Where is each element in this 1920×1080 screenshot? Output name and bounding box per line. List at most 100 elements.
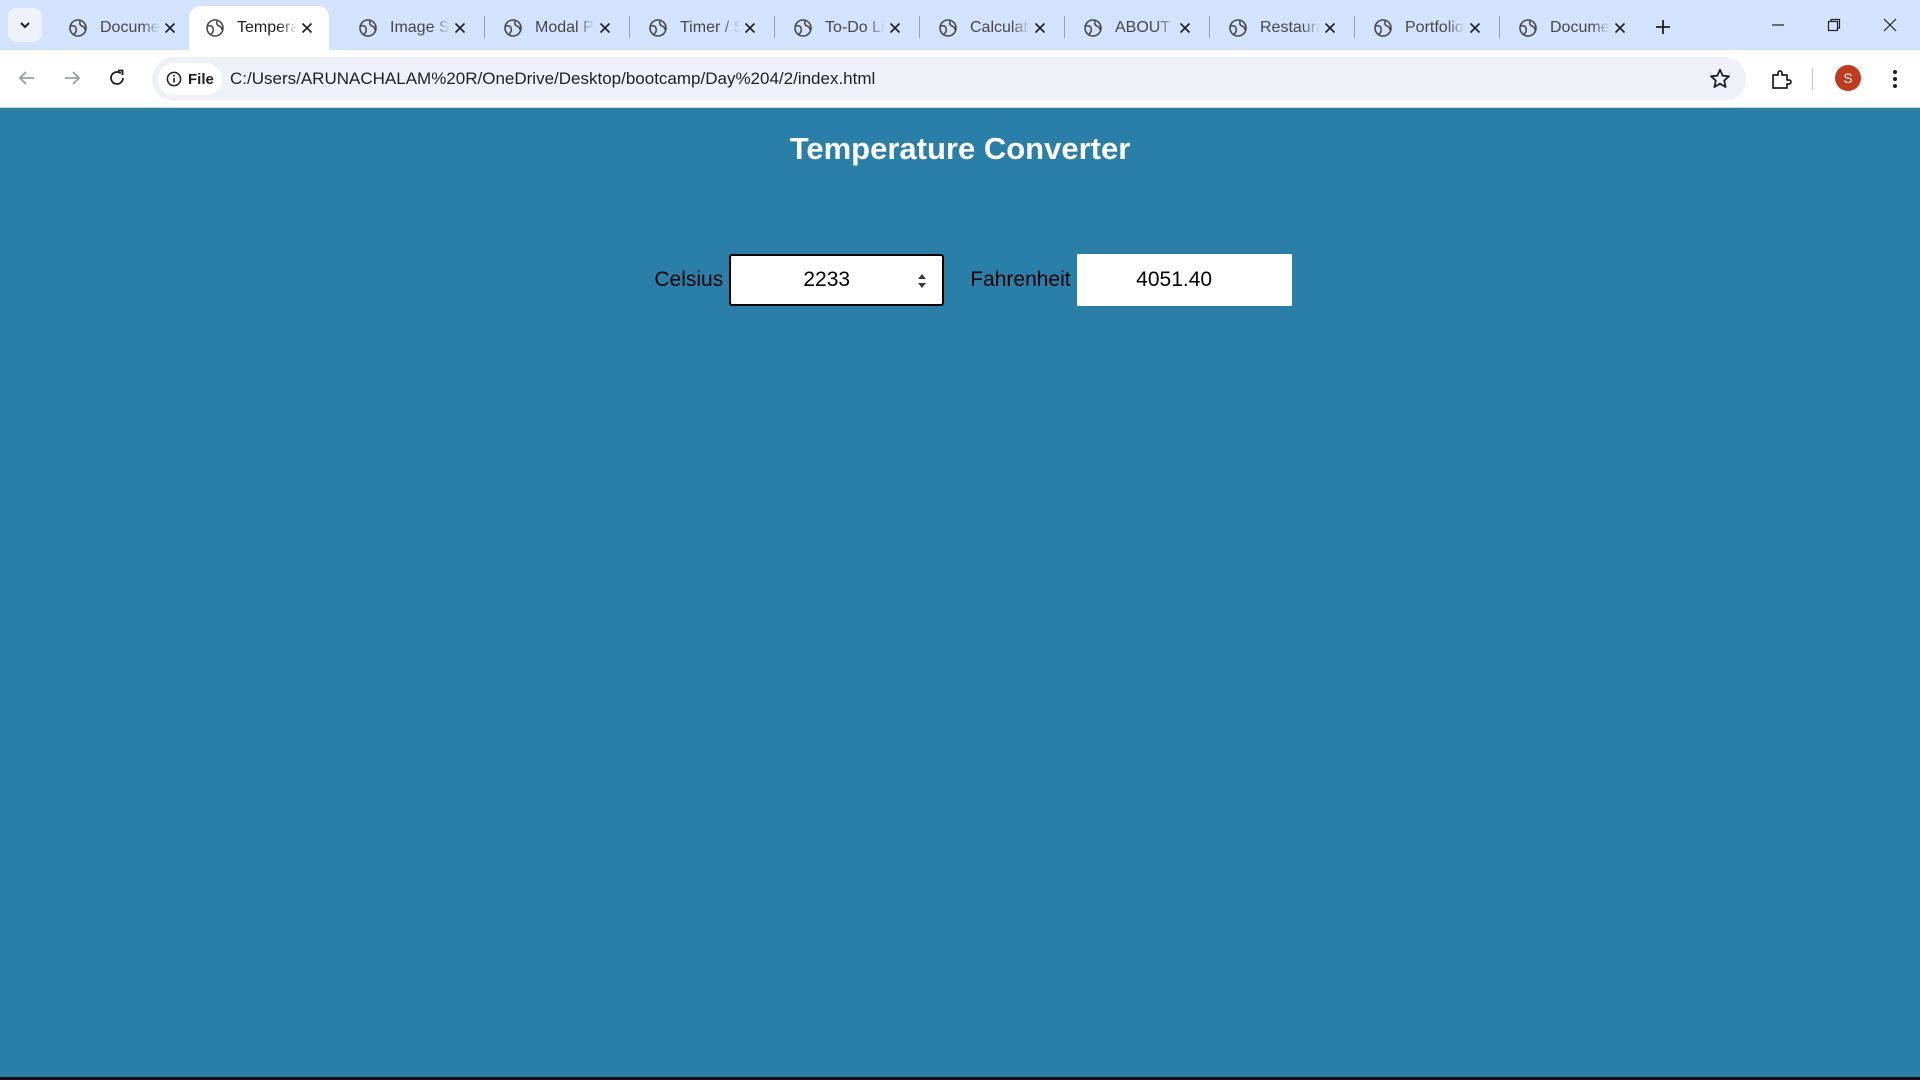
fahrenheit-value: 4051.40 xyxy=(1136,268,1213,291)
forward-button[interactable] xyxy=(54,60,90,96)
tab-title: To-Do List xyxy=(825,19,885,36)
tab-close-button[interactable] xyxy=(160,18,180,38)
close-icon xyxy=(301,22,313,34)
arrow-left-icon xyxy=(18,71,34,85)
puzzle-icon xyxy=(1772,70,1792,89)
tab-title: Image Slider xyxy=(390,19,450,36)
tab-8[interactable]: Restaurant xyxy=(1212,6,1352,50)
globe-icon xyxy=(794,19,812,37)
restore-icon xyxy=(1827,18,1841,32)
globe-icon xyxy=(1519,19,1537,37)
tab-10[interactable]: Document xyxy=(1502,6,1642,50)
globe-icon xyxy=(649,19,667,37)
page-title: Temperature Converter xyxy=(789,131,1131,166)
globe-icon xyxy=(504,19,522,37)
site-chip-label: File xyxy=(188,70,214,88)
menu-button[interactable] xyxy=(1880,64,1910,94)
tab-separator xyxy=(629,16,630,38)
close-icon xyxy=(454,22,466,34)
close-icon xyxy=(744,22,756,34)
tab-close-button[interactable] xyxy=(1175,18,1195,38)
globe-icon xyxy=(1374,19,1392,37)
globe-icon xyxy=(1084,19,1102,37)
close-icon xyxy=(1179,22,1191,34)
tab-close-button[interactable] xyxy=(740,18,760,38)
close-icon xyxy=(1034,22,1046,34)
profile-avatar[interactable]: S xyxy=(1835,65,1861,91)
tab-5[interactable]: To-Do List xyxy=(777,6,917,50)
close-icon xyxy=(1324,22,1336,34)
tab-title: Portfolio xyxy=(1405,19,1464,36)
celsius-label: Celsius xyxy=(654,268,724,291)
new-tab-button[interactable] xyxy=(1648,12,1678,42)
globe-icon xyxy=(359,19,377,37)
plus-icon xyxy=(1656,20,1670,34)
tab-title: Restaurant xyxy=(1260,19,1320,36)
tab-close-button[interactable] xyxy=(1030,18,1050,38)
tab-9[interactable]: Portfolio xyxy=(1357,6,1497,50)
tab-separator xyxy=(1064,16,1065,38)
close-icon xyxy=(599,22,611,34)
bookmark-star-icon[interactable] xyxy=(1708,67,1732,91)
tab-title: Document xyxy=(1550,19,1610,36)
url-text[interactable]: C:/Users/ARUNACHALAM%20R/OneDrive/Deskto… xyxy=(230,57,875,101)
tab-close-button[interactable] xyxy=(885,18,905,38)
tab-0[interactable]: Document xyxy=(52,6,192,50)
tab-close-button[interactable] xyxy=(1610,18,1630,38)
tab-4[interactable]: Timer / Stopwatch xyxy=(632,6,772,50)
toolbar-divider xyxy=(1812,68,1813,90)
address-bar[interactable]: File C:/Users/ARUNACHALAM%20R/OneDrive/D… xyxy=(152,57,1746,101)
browser-toolbar: File C:/Users/ARUNACHALAM%20R/OneDrive/D… xyxy=(0,50,1920,108)
close-icon xyxy=(1614,22,1626,34)
number-spinner-icon[interactable] xyxy=(916,270,928,292)
more-vertical-icon xyxy=(1893,70,1897,88)
tab-close-button[interactable] xyxy=(1465,18,1485,38)
close-icon xyxy=(1469,22,1481,34)
tab-close-button[interactable] xyxy=(450,18,470,38)
globe-icon xyxy=(939,19,957,37)
tab-title: Document xyxy=(100,19,160,36)
chevron-down-icon xyxy=(20,22,30,29)
extensions-button[interactable] xyxy=(1766,64,1796,94)
globe-icon xyxy=(1229,19,1247,37)
tab-separator xyxy=(1499,16,1500,38)
celsius-value: 2233 xyxy=(803,268,851,291)
page-content: Temperature Converter Celsius 2233 Fahre… xyxy=(0,108,1920,1077)
tab-title: Temperature Converter xyxy=(237,19,297,36)
globe-icon xyxy=(69,19,87,37)
tab-separator xyxy=(1354,16,1355,38)
tab-close-button[interactable] xyxy=(595,18,615,38)
tab-title: Calculator xyxy=(970,19,1030,36)
celsius-input[interactable]: 2233 xyxy=(729,254,945,306)
back-button[interactable] xyxy=(9,60,45,96)
tab-6[interactable]: Calculator xyxy=(922,6,1062,50)
tab-1[interactable]: Temperature Converter xyxy=(189,6,329,50)
restore-button[interactable] xyxy=(1806,0,1862,50)
fahrenheit-input[interactable]: 4051.40 xyxy=(1076,254,1292,306)
tab-separator xyxy=(484,16,485,38)
tab-search-button[interactable] xyxy=(8,8,42,42)
minimize-button[interactable] xyxy=(1750,0,1806,50)
tab-close-button[interactable] xyxy=(297,18,317,38)
tab-2[interactable]: Image Slider xyxy=(342,6,482,50)
info-icon xyxy=(166,71,182,87)
tab-close-button[interactable] xyxy=(1320,18,1340,38)
tab-separator xyxy=(919,16,920,38)
tab-separator xyxy=(1209,16,1210,38)
close-icon xyxy=(164,22,176,34)
tab-3[interactable]: Modal Popup xyxy=(487,6,627,50)
tab-title: ABOUT ME xyxy=(1115,19,1175,36)
site-info-chip[interactable]: File xyxy=(158,63,222,95)
reload-button[interactable] xyxy=(99,60,135,96)
globe-icon xyxy=(206,19,224,37)
converter-row: Celsius 2233 Fahrenheit 4051.40 xyxy=(0,254,1920,306)
tab-7[interactable]: ABOUT ME xyxy=(1067,6,1207,50)
fahrenheit-label: Fahrenheit xyxy=(970,268,1071,291)
tab-title: Modal Popup xyxy=(535,19,595,36)
close-icon xyxy=(1883,18,1897,32)
tab-strip: Document Temperature Converter Image Slide… xyxy=(0,0,1920,50)
tab-title: Timer / Stopwatch xyxy=(680,19,740,36)
arrow-right-icon xyxy=(65,71,81,85)
close-icon xyxy=(889,22,901,34)
close-window-button[interactable] xyxy=(1862,0,1918,50)
